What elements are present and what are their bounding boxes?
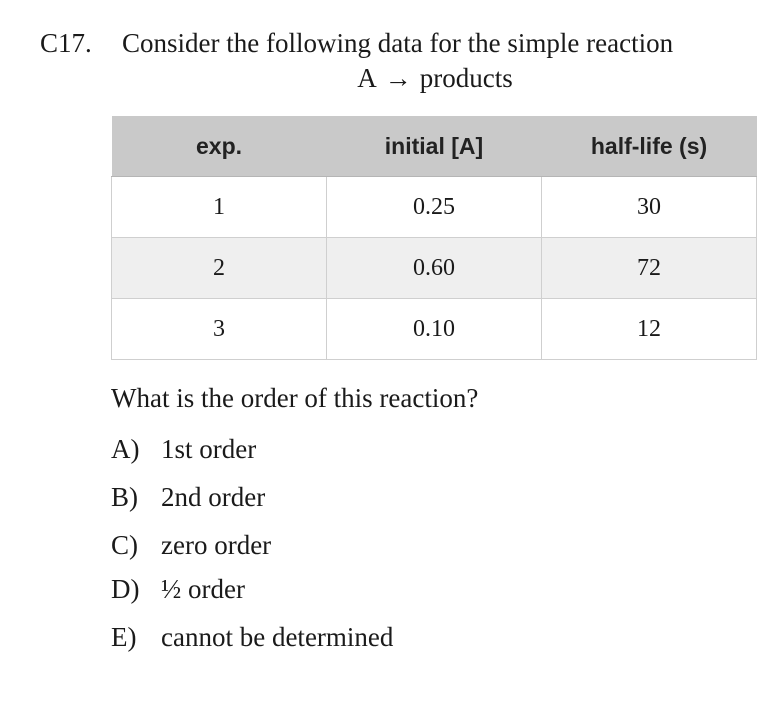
choice-text: 2nd order [161,482,266,512]
choice-letter: E) [111,622,137,652]
choice-letter: B) [111,482,138,512]
cell-half-life: 30 [541,176,757,238]
cell-initial-a: 0.25 [326,176,542,238]
header-half-life: half-life (s) [541,116,757,177]
cell-half-life: 72 [541,237,757,299]
cell-exp: 2 [111,237,327,299]
choice-letter: C) [111,530,138,560]
choice-d[interactable]: D) ½ order [111,572,245,606]
choice-b[interactable]: B) 2nd order [111,480,265,514]
choice-e[interactable]: E) cannot be determined [111,620,393,654]
table-header-row: exp. initial [A] half-life (s) [111,116,757,177]
reaction-equation: A → products [0,61,775,95]
choice-text: cannot be determined [161,622,394,652]
choice-text: zero order [161,530,272,560]
choice-c[interactable]: C) zero order [111,528,271,562]
cell-exp: 1 [111,176,327,238]
choice-a[interactable]: A) 1st order [111,432,256,466]
cell-initial-a: 0.60 [326,237,542,299]
choice-text: 1st order [161,434,257,464]
question-prompt: What is the order of this reaction? [111,383,479,413]
header-initial-concentration: initial [A] [326,116,542,177]
question-text: Consider the following data for the simp… [122,28,674,58]
header-exp: exp. [111,116,327,177]
cell-initial-a: 0.10 [326,298,542,360]
question-number: C17. [40,28,92,58]
cell-exp: 3 [111,298,327,360]
table-row: 1 0.25 30 [111,176,757,238]
choice-letter: D) [111,574,140,604]
question-heading: C17. Consider the following data for the … [40,26,673,60]
data-table: exp. initial [A] half-life (s) 1 0.25 30… [111,116,757,360]
choice-text: ½ order [161,574,245,604]
reaction-arrow: → [384,63,412,93]
cell-half-life: 12 [541,298,757,360]
table-row: 2 0.60 72 [111,237,757,299]
reactant: A [357,63,377,93]
product: products [419,63,513,93]
table-row: 3 0.10 12 [111,298,757,360]
choice-letter: A) [111,434,140,464]
